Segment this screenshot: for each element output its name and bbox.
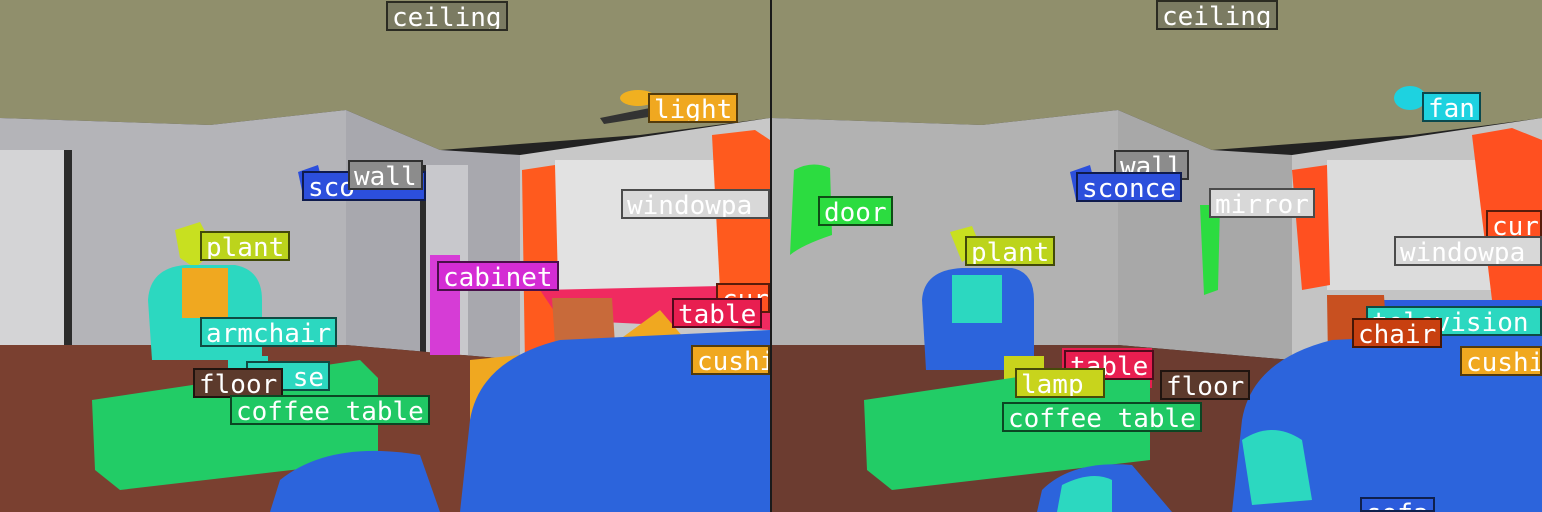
label-ceiling: ceiling <box>1156 0 1278 30</box>
label-armchair: armchair <box>200 317 338 347</box>
label-floor: floor <box>193 368 284 398</box>
label-coffee-table: coffee table <box>230 395 430 425</box>
label-light: light <box>648 93 739 123</box>
label-plant: plant <box>200 231 291 261</box>
label-fan: fan <box>1422 92 1481 122</box>
label-cushion: cushi <box>1460 346 1542 376</box>
label-lamp: lamp <box>1015 368 1105 398</box>
label-sofa: sofa <box>1360 497 1435 512</box>
left-segmentation-panel: ceiling light sco wall windowpa plant ca… <box>0 0 770 512</box>
label-floor: floor <box>1160 370 1251 400</box>
label-windowpane: windowpa <box>1394 236 1542 266</box>
label-coffee-table: coffee table <box>1002 402 1202 432</box>
label-door: door <box>818 196 893 226</box>
left-scene-image <box>0 0 770 512</box>
label-chair: chair <box>1352 318 1443 348</box>
label-wall: wall <box>348 160 423 190</box>
label-mirror: mirror <box>1209 188 1315 218</box>
label-windowpane: windowpa <box>621 189 770 219</box>
label-cushion: cushi <box>691 345 770 375</box>
label-cabinet: cabinet <box>437 261 559 291</box>
segmentation-comparison: ceiling light sco wall windowpa plant ca… <box>0 0 1542 512</box>
right-segmentation-panel: ceiling fan wall sconce mirror door cur … <box>772 0 1542 512</box>
label-plant: plant <box>965 236 1056 266</box>
label-ceiling: ceiling <box>386 1 508 31</box>
label-table: table <box>672 298 763 328</box>
label-sconce: sconce <box>1076 172 1182 202</box>
